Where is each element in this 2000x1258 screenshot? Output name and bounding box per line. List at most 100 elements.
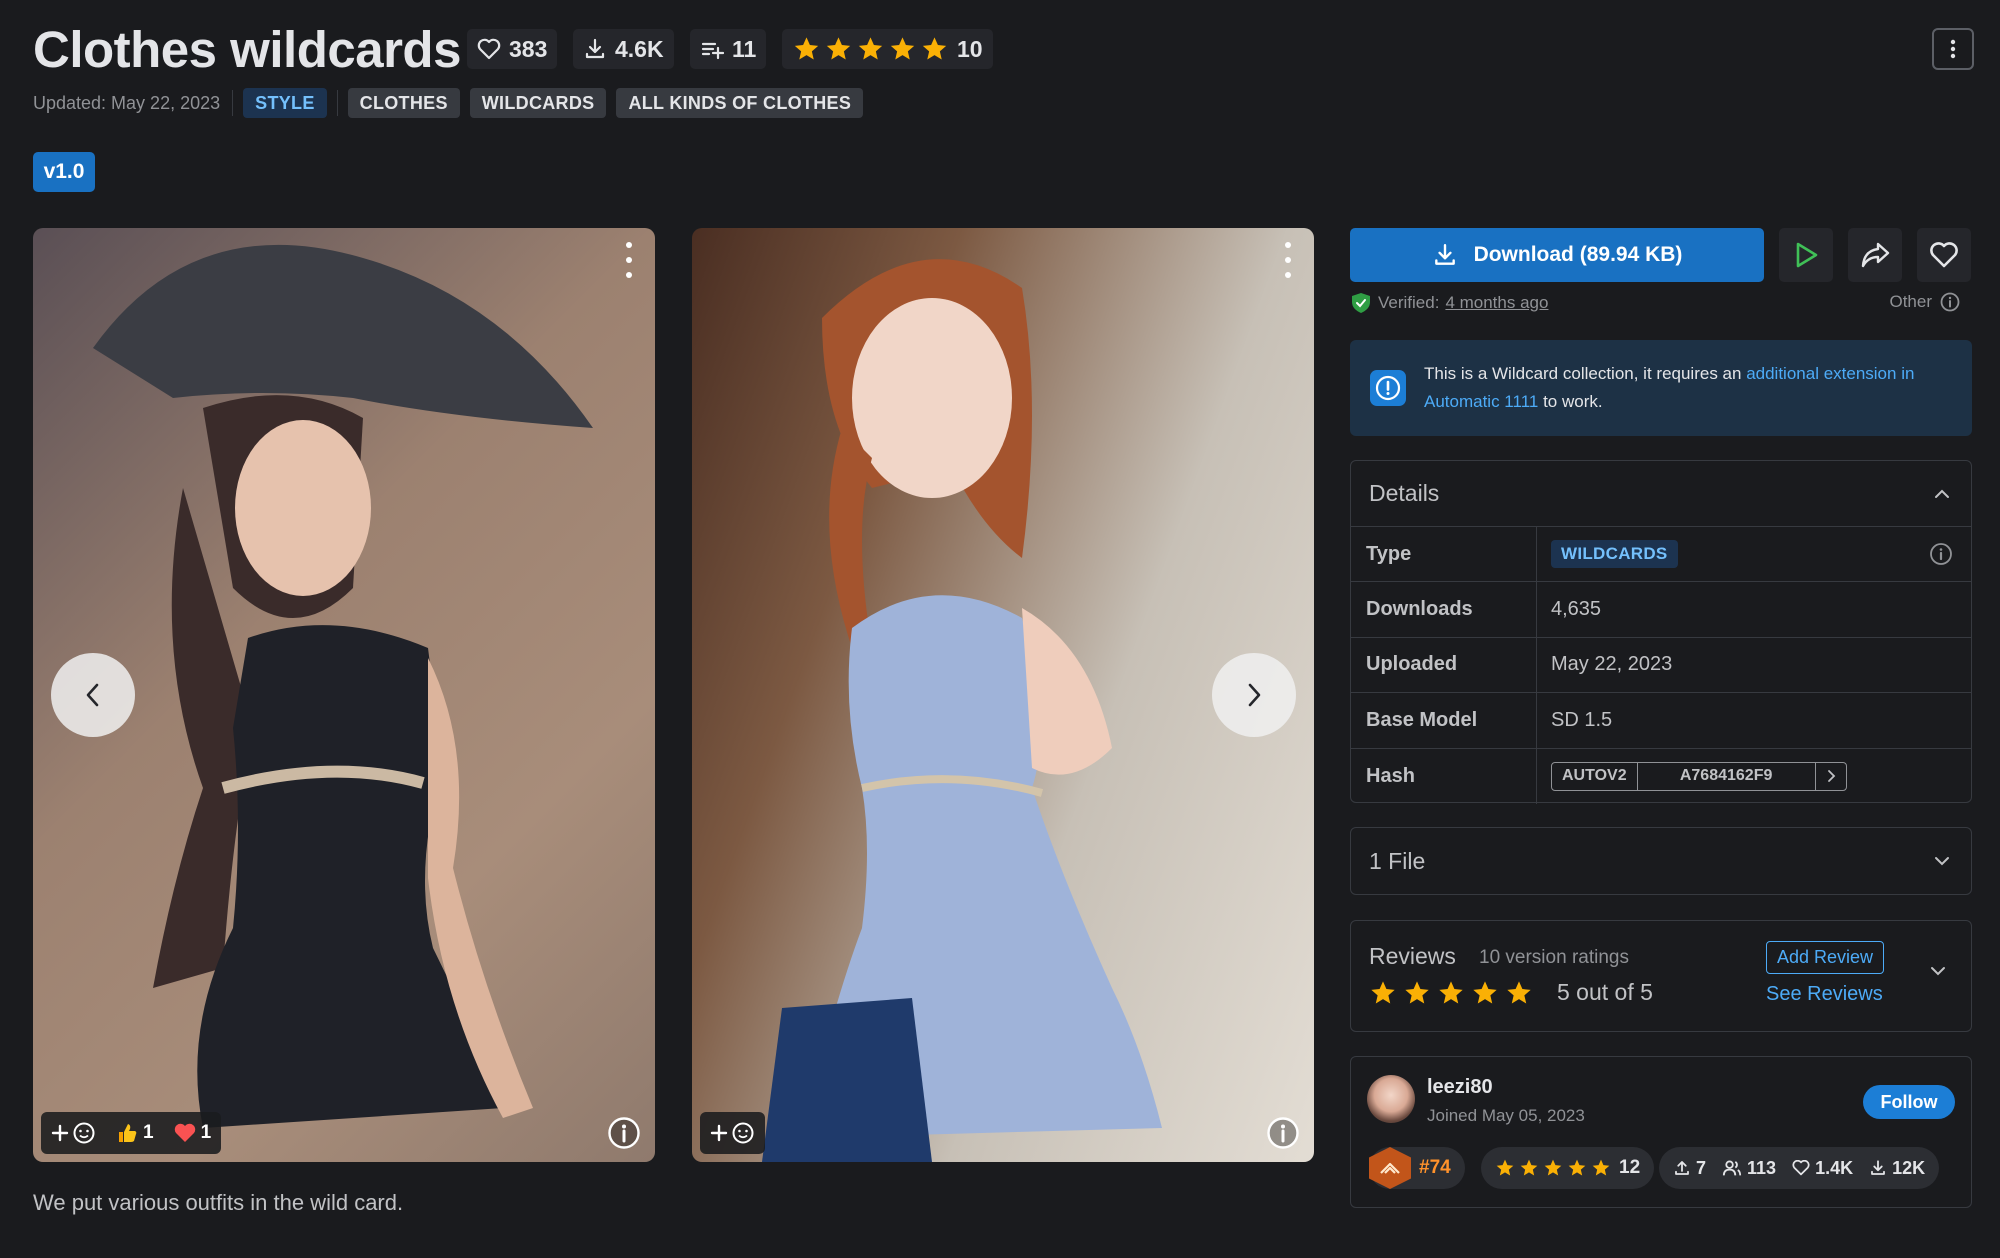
dots-vertical-icon [1950,39,1956,59]
share-button[interactable] [1848,228,1902,282]
base-model-label: Base Model [1351,693,1537,748]
image-menu-button[interactable] [621,242,637,278]
collections-stat[interactable]: 11 [690,29,767,69]
star-icon [1544,1159,1562,1176]
run-button[interactable] [1779,228,1833,282]
files-panel[interactable]: 1 File [1350,827,1972,895]
tag-clothes[interactable]: CLOTHES [347,88,460,118]
info-icon[interactable] [1266,1116,1300,1150]
add-reaction-button[interactable] [710,1121,755,1145]
rating-stat[interactable]: 10 [782,29,993,69]
star-icon [1496,1159,1514,1176]
chevron-down-icon [1935,857,1949,866]
hash-type[interactable]: AUTOV2 [1552,762,1638,790]
creator-likes: 1.4K [1792,1158,1853,1179]
details-title: Details [1369,480,1440,506]
reviews-stars [1369,979,1533,1007]
version-badge[interactable]: v1.0 [33,152,95,192]
next-image-button[interactable] [1212,653,1296,737]
playlist-add-icon [701,42,724,60]
details-row-downloads: Downloads 4,635 [1351,582,1971,638]
info-icon[interactable] [1929,542,1953,566]
share-icon [1861,242,1890,268]
page-title: Clothes wildcards [33,21,461,78]
verified-time[interactable]: 4 months ago [1445,293,1548,313]
tag-style[interactable]: STYLE [243,88,327,118]
download-label: Download (89.94 KB) [1473,243,1683,266]
verified-label: Verified: [1378,293,1440,312]
creator-rating-count: 12 [1619,1157,1641,1178]
updated-date: Updated: May 22, 2023 [33,92,221,113]
tag-all-kinds-of-clothes[interactable]: ALL KINDS OF CLOTHES [616,88,864,118]
chevron-up-icon [1935,489,1949,498]
tag-wildcards[interactable]: WILDCARDS [469,88,607,118]
other-label: Other [1889,292,1932,311]
plus-icon [710,1124,728,1142]
collections-count: 11 [732,35,757,62]
add-reaction-button[interactable] [51,1121,96,1145]
add-review-button[interactable]: Add Review [1766,941,1885,974]
star-icon [858,37,883,60]
creator-rating: 12 [1481,1147,1655,1189]
star-icon [1568,1159,1586,1176]
creator-followers: 113 [1722,1158,1776,1179]
gallery-image-black-dress[interactable]: 1 1 [33,228,655,1162]
heart-icon [1792,1160,1810,1176]
previous-image-button[interactable] [51,653,135,737]
chevron-down-icon[interactable] [1929,965,1947,977]
heart-reaction[interactable]: 1 [174,1122,211,1144]
image-menu-button[interactable] [1280,242,1296,278]
hash-value[interactable]: A7684162F9 [1638,762,1816,790]
reviews-title: Reviews [1369,943,1456,969]
creator-name[interactable]: leezi80 [1427,1076,1493,1099]
heart-icon [477,38,501,60]
creator-uploads: 7 [1673,1158,1706,1179]
star-icon [890,37,915,60]
upload-icon [1675,1161,1689,1175]
reviews-count: 10 version ratings [1479,947,1629,968]
details-panel: Details Type WILDCARDS Downloads 4,635 U… [1350,460,1972,804]
info-icon[interactable] [607,1116,641,1150]
details-row-type: Type WILDCARDS [1351,527,1971,583]
rating-count: 10 [957,35,983,62]
likes-count: 383 [509,35,548,62]
star-icon [826,37,851,60]
smiley-icon [73,1122,95,1144]
hash-next-button[interactable] [1816,763,1846,790]
alert-text: This is a Wildcard collection, it requir… [1424,364,1747,383]
meta-row: Updated: May 22, 2023 STYLE CLOTHES WILD… [33,88,864,118]
reviews-score: 5 out of 5 [1557,979,1653,1005]
alert-message: This is a Wildcard collection, it requir… [1424,360,1948,416]
more-options-button[interactable] [1932,28,1974,70]
download-button[interactable]: Download (89.94 KB) [1350,228,1764,282]
star-icon [1439,981,1463,1004]
like-button[interactable] [1917,228,1971,282]
followers-count: 113 [1747,1157,1777,1178]
plus-icon [51,1124,69,1142]
like-count: 1 [143,1122,154,1143]
hash-label: Hash [1351,748,1537,804]
details-row-hash: Hash AUTOV2 A7684162F9 [1351,748,1971,804]
star-icon [1473,981,1497,1004]
alert-text-end: to work. [1538,392,1603,411]
details-row-base-model: Base Model SD 1.5 [1351,693,1971,749]
follow-button[interactable]: Follow [1863,1085,1955,1119]
star-icon [1371,981,1395,1004]
files-label: 1 File [1369,847,1426,874]
reviews-panel: Reviews 10 version ratings 5 out of 5 Ad… [1350,920,1972,1032]
downloads-count: 4.6K [615,35,664,62]
shield-check-icon [1352,293,1370,313]
downloads-count: 12K [1892,1157,1926,1178]
avatar[interactable] [1367,1075,1415,1123]
likes-stat[interactable]: 383 [467,29,558,69]
details-header[interactable]: Details [1351,461,1971,527]
star-icon [1405,981,1429,1004]
see-reviews-link[interactable]: See Reviews [1766,983,1883,1006]
hash-copy[interactable]: AUTOV2 A7684162F9 [1551,761,1847,791]
star-icon [922,37,947,60]
license-other[interactable]: Other [1889,292,1960,312]
like-reaction[interactable]: 1 [116,1122,154,1144]
gallery-image-blue-dress[interactable] [692,228,1314,1162]
type-label: Type [1351,527,1537,582]
uploads-count: 7 [1696,1157,1707,1178]
